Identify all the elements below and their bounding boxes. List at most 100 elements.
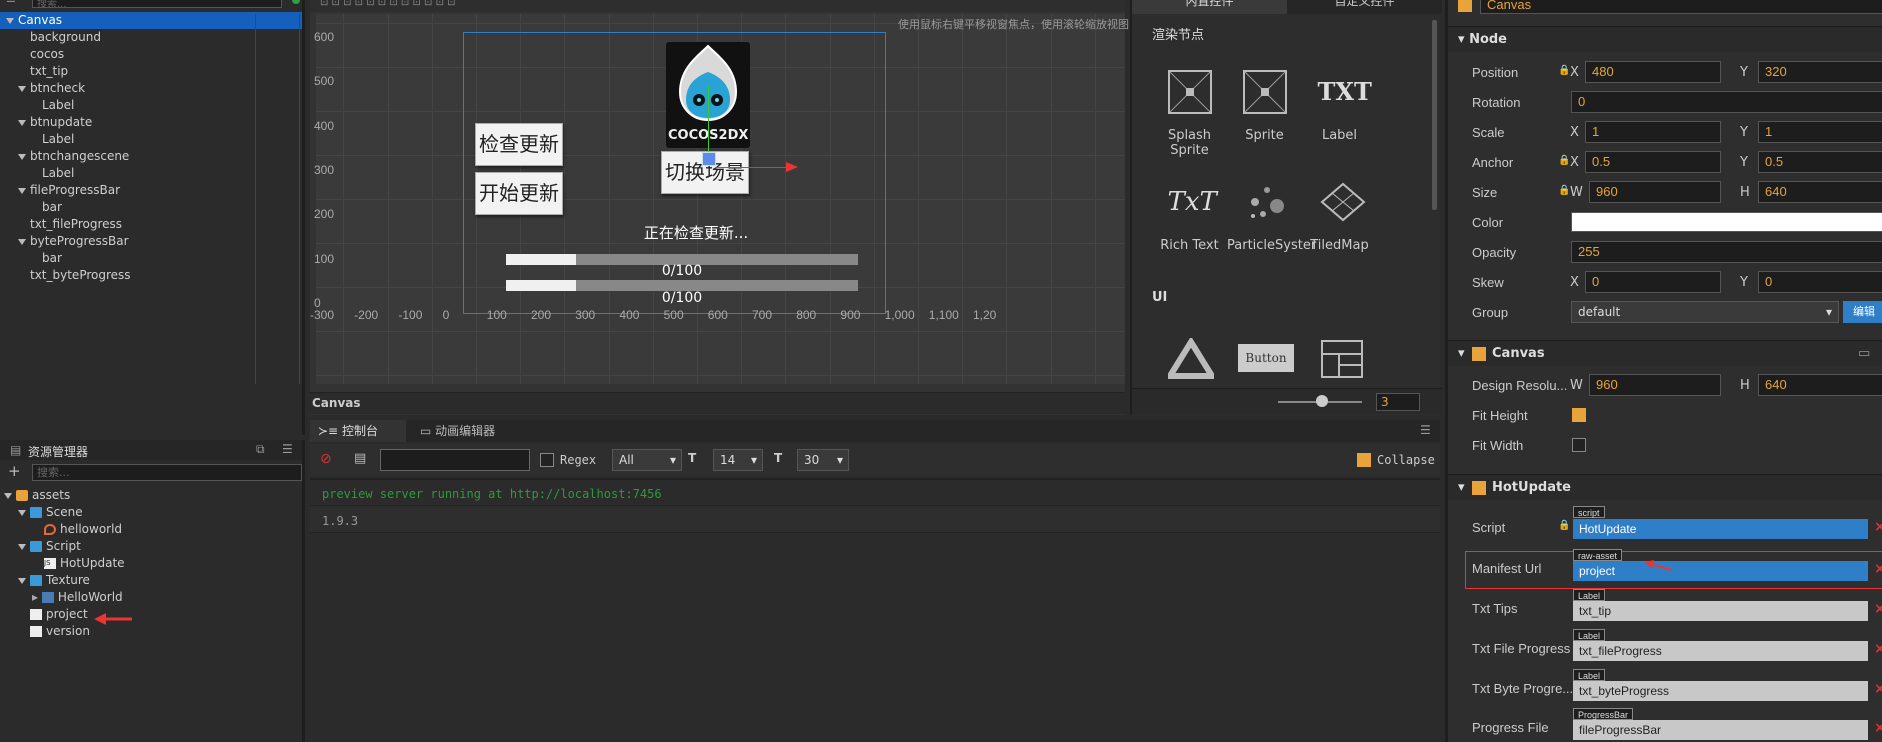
console-filter-input[interactable] [380,449,530,471]
lib-rich-text[interactable]: TxT Rich Text [1152,180,1227,253]
node-section-header[interactable]: ▾ Node [1448,26,1882,52]
gizmo-x-axis[interactable] [716,167,788,168]
menu-icon[interactable]: ☰ [282,442,293,456]
tab-builtin[interactable]: 内置控件 [1132,0,1287,14]
expand-triangle-icon[interactable] [6,17,14,24]
hierarchy-node[interactable]: Label [0,97,302,114]
lib-button-icon[interactable]: Button [1238,344,1294,372]
hierarchy-node[interactable]: btnchangescene [0,148,302,165]
library-scrollbar[interactable] [1432,20,1437,210]
asset-item[interactable]: project [0,606,302,623]
gizmo-x-arrow-icon[interactable] [786,162,798,172]
hierarchy-node[interactable]: fileProgressBar [0,182,302,199]
remove-icon[interactable]: × [1874,641,1882,657]
book-icon[interactable]: ▭ [1858,341,1870,367]
add-asset-icon[interactable]: + [8,462,21,480]
expand-triangle-icon[interactable] [18,509,26,516]
txt-tips-ref-field[interactable]: txt_tip [1573,601,1868,621]
design-res-w-input[interactable]: 960 [1589,374,1721,396]
hierarchy-node[interactable]: btnupdate [0,114,302,131]
skew-x-input[interactable]: 0 [1585,271,1721,293]
hierarchy-node[interactable]: Label [0,131,302,148]
hotupdate-enabled-checkbox[interactable] [1472,481,1486,495]
assets-search-input[interactable]: 搜索... [32,464,302,481]
start-update-button[interactable]: 开始更新 [475,172,563,215]
expand-triangle-icon[interactable] [4,492,12,499]
hierarchy-node[interactable]: Label [0,165,302,182]
color-swatch[interactable] [1571,212,1882,232]
hierarchy-node[interactable]: txt_byteProgress [0,267,302,284]
expand-triangle-icon[interactable] [18,187,26,194]
tab-animation[interactable]: ▭ 动画编辑器 [410,420,515,442]
txt-byte-ref-field[interactable]: txt_byteProgress [1573,681,1868,701]
anchor-x-input[interactable]: 0.5 [1585,151,1721,173]
lib-tiledmap[interactable]: TiledMap [1302,180,1377,253]
open-log-icon[interactable]: ▤ [354,451,366,466]
line-height-select[interactable]: 30 ▾ [797,449,849,471]
hotupdate-section-header[interactable]: ▾ HotUpdate [1448,474,1882,500]
hierarchy-node[interactable]: byteProgressBar [0,233,302,250]
lib-widget-triangle-icon[interactable] [1164,336,1218,383]
asset-item[interactable]: Scene [0,504,302,521]
rotation-input[interactable]: 0 [1571,91,1882,113]
expand-triangle-icon[interactable] [18,238,26,245]
gizmo-y-axis[interactable] [708,86,709,154]
manifest-ref-field[interactable]: project [1573,561,1868,581]
toolbar-icons[interactable]: ⊡ ⊡ ⊡ ⊡ ⊡ ⊡ ⊡ ⊡ ⊡ ⊡ ⊡ ⊡ [320,0,456,8]
tab-custom[interactable]: 自定义控件 [1287,0,1442,14]
collapse-checkbox[interactable] [1357,453,1371,467]
expand-triangle-icon[interactable] [18,119,26,126]
remove-icon[interactable]: × [1874,601,1882,617]
regex-checkbox[interactable] [540,453,554,467]
zoom-slider-thumb[interactable] [1316,395,1328,407]
gizmo-handle[interactable] [702,152,716,166]
lock-icon[interactable]: 🔒 [1558,185,1570,196]
level-select[interactable]: All ▾ [612,449,682,471]
remove-icon[interactable]: × [1874,561,1882,577]
anchor-y-input[interactable]: 0.5 [1758,151,1882,173]
canvas-enabled-checkbox[interactable] [1472,347,1486,361]
remove-icon[interactable]: × [1874,720,1882,736]
lib-sprite[interactable]: Sprite [1227,70,1302,143]
node-name-input[interactable]: Canvas [1480,0,1882,14]
lib-particle-system[interactable]: ParticleSyster [1227,180,1316,253]
lib-layout-icon[interactable] [1321,340,1363,378]
scale-y-input[interactable]: 1 [1758,121,1882,143]
expand-triangle-icon[interactable] [18,153,26,160]
clear-icon[interactable]: ⊘ [320,451,332,467]
canvas-section-header[interactable]: ▾ Canvas ▭ [1448,340,1882,366]
hierarchy-node[interactable]: background [0,29,302,46]
expand-triangle-icon[interactable] [18,85,26,92]
group-select[interactable]: default ▾ [1571,301,1839,323]
expand-triangle-icon[interactable] [18,577,26,584]
hierarchy-node[interactable]: txt_tip [0,63,302,80]
size-h-input[interactable]: 640 [1758,181,1882,203]
position-x-input[interactable]: 480 [1585,61,1721,83]
check-update-button[interactable]: 检查更新 [475,123,563,166]
asset-item[interactable]: Script [0,538,302,555]
scale-x-input[interactable]: 1 [1585,121,1721,143]
design-res-h-input[interactable]: 640 [1758,374,1882,396]
remove-icon[interactable]: × [1874,519,1882,535]
hierarchy-node[interactable]: txt_fileProgress [0,216,302,233]
hierarchy-search-input[interactable]: 搜索... [32,0,282,10]
scene-viewport[interactable]: 使用鼠标右键平移视窗焦点，使用滚轮缩放视图 COCOS2DX 检查更新 开始更新… [255,14,1129,384]
txt-file-ref-field[interactable]: txt_fileProgress [1573,641,1868,661]
fit-height-checkbox[interactable] [1572,408,1586,422]
hierarchy-node[interactable]: cocos [0,46,302,63]
asset-item[interactable]: Texture [0,572,302,589]
expand-triangle-icon[interactable] [18,543,26,550]
font-size-select[interactable]: 14 ▾ [713,449,763,471]
node-active-checkbox[interactable] [1458,0,1472,12]
hierarchy-node[interactable]: bar [0,250,302,267]
hierarchy-node[interactable]: btncheck [0,80,302,97]
collapsed-triangle-icon[interactable]: ▸ [32,590,42,604]
lock-icon[interactable]: 🔒 [1558,155,1570,166]
tab-console[interactable]: ≻≡ 控制台 [310,420,406,442]
opacity-input[interactable]: 255 [1571,241,1882,263]
hierarchy-menu-icon[interactable]: ☰ [6,0,28,6]
console-menu-icon[interactable]: ☰ [1420,423,1431,437]
asset-item[interactable]: version [0,623,302,640]
skew-y-input[interactable]: 0 [1758,271,1882,293]
asset-item[interactable]: assets [0,487,302,504]
